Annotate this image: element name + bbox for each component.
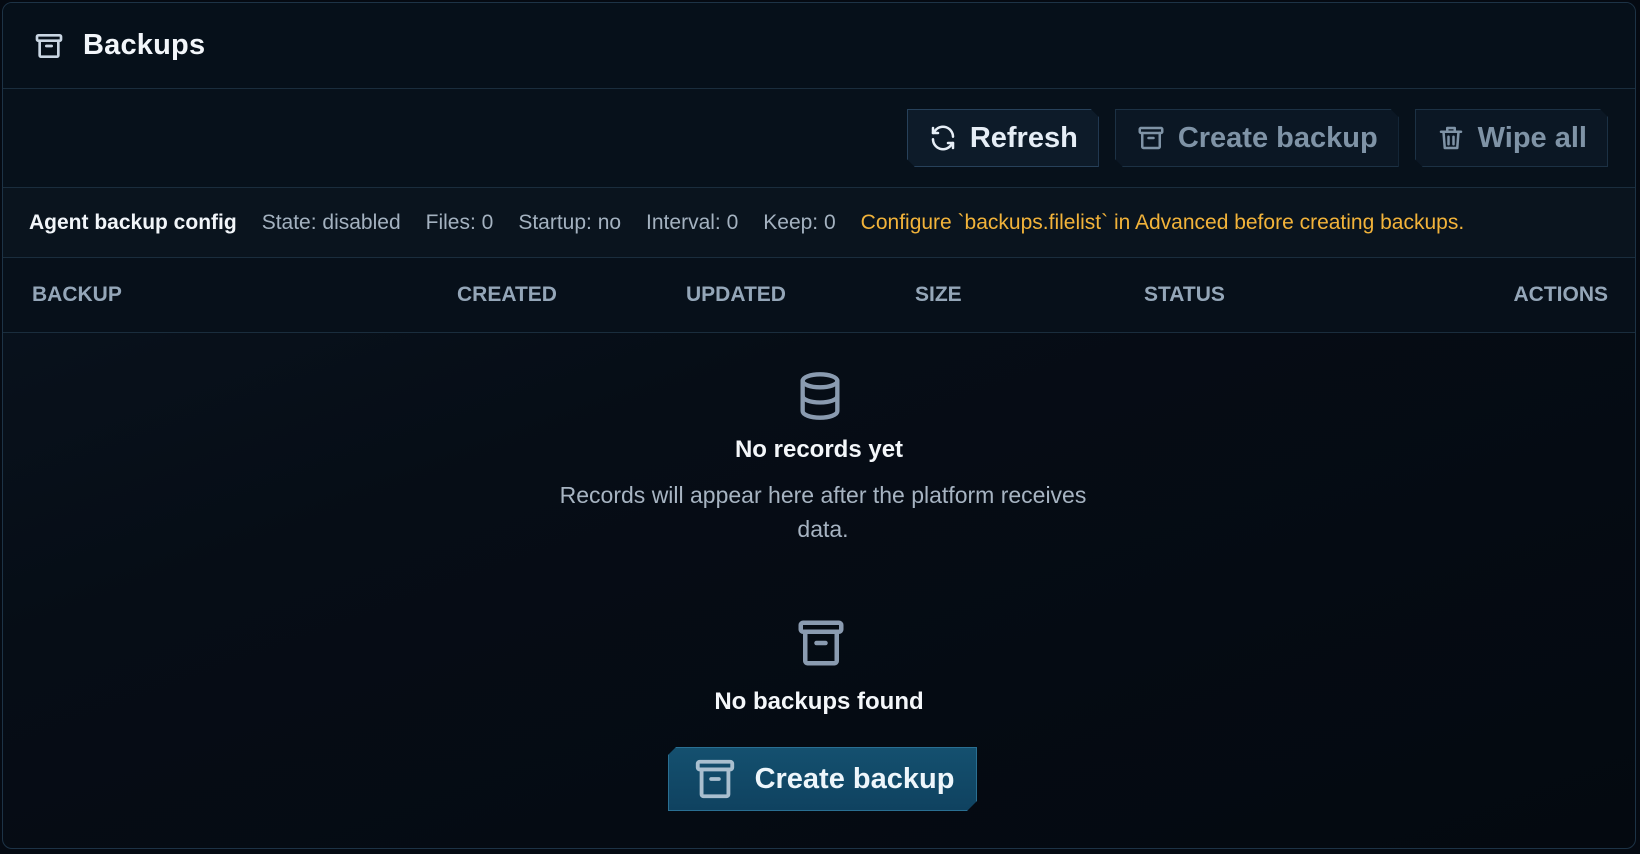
database-icon xyxy=(794,370,846,422)
create-backup-cta-label: Create backup xyxy=(754,762,955,795)
column-header-status[interactable]: STATUS xyxy=(1144,283,1225,307)
backups-panel: Backups Refresh Create backup Wipe all A… xyxy=(2,2,1636,849)
panel-header: Backups xyxy=(3,3,1635,89)
trash-icon xyxy=(1436,123,1466,153)
archive-icon xyxy=(33,30,65,62)
empty-state: No records yet Records will appear here … xyxy=(3,333,1635,843)
column-header-size[interactable]: SIZE xyxy=(915,283,962,307)
create-backup-label: Create backup xyxy=(1177,121,1378,154)
table-header: BACKUP CREATED UPDATED SIZE STATUS ACTIO… xyxy=(3,258,1635,333)
archive-icon xyxy=(794,616,848,670)
create-backup-button[interactable]: Create backup xyxy=(1115,109,1399,167)
config-keep: Keep: 0 xyxy=(763,210,836,234)
records-empty-title: No records yet xyxy=(734,436,904,463)
config-state: State: disabled xyxy=(261,210,401,234)
wipe-all-button[interactable]: Wipe all xyxy=(1415,109,1608,167)
wipe-all-label: Wipe all xyxy=(1477,121,1587,154)
backup-config-bar: Agent backup config State: disabled File… xyxy=(3,188,1635,258)
config-files: Files: 0 xyxy=(425,210,494,234)
config-startup: Startup: no xyxy=(518,210,622,234)
config-warning: Configure `backups.filelist` in Advanced… xyxy=(860,210,1465,234)
refresh-button[interactable]: Refresh xyxy=(907,109,1099,167)
column-header-created[interactable]: CREATED xyxy=(457,283,557,307)
toolbar: Refresh Create backup Wipe all xyxy=(3,89,1635,188)
records-empty-description: Records will appear here after the platf… xyxy=(559,482,1087,542)
archive-icon xyxy=(691,756,739,802)
archive-icon xyxy=(1136,123,1166,153)
config-label: Agent backup config xyxy=(29,210,237,234)
backups-empty-title: No backups found xyxy=(714,688,924,715)
page-title: Backups xyxy=(83,29,206,61)
refresh-label: Refresh xyxy=(969,121,1078,154)
create-backup-cta-button[interactable]: Create backup xyxy=(668,747,977,811)
refresh-icon xyxy=(928,123,958,153)
column-header-backup[interactable]: BACKUP xyxy=(32,283,122,307)
config-interval: Interval: 0 xyxy=(646,210,739,234)
column-header-actions: ACTIONS xyxy=(1513,283,1609,306)
column-header-updated[interactable]: UPDATED xyxy=(686,283,786,307)
